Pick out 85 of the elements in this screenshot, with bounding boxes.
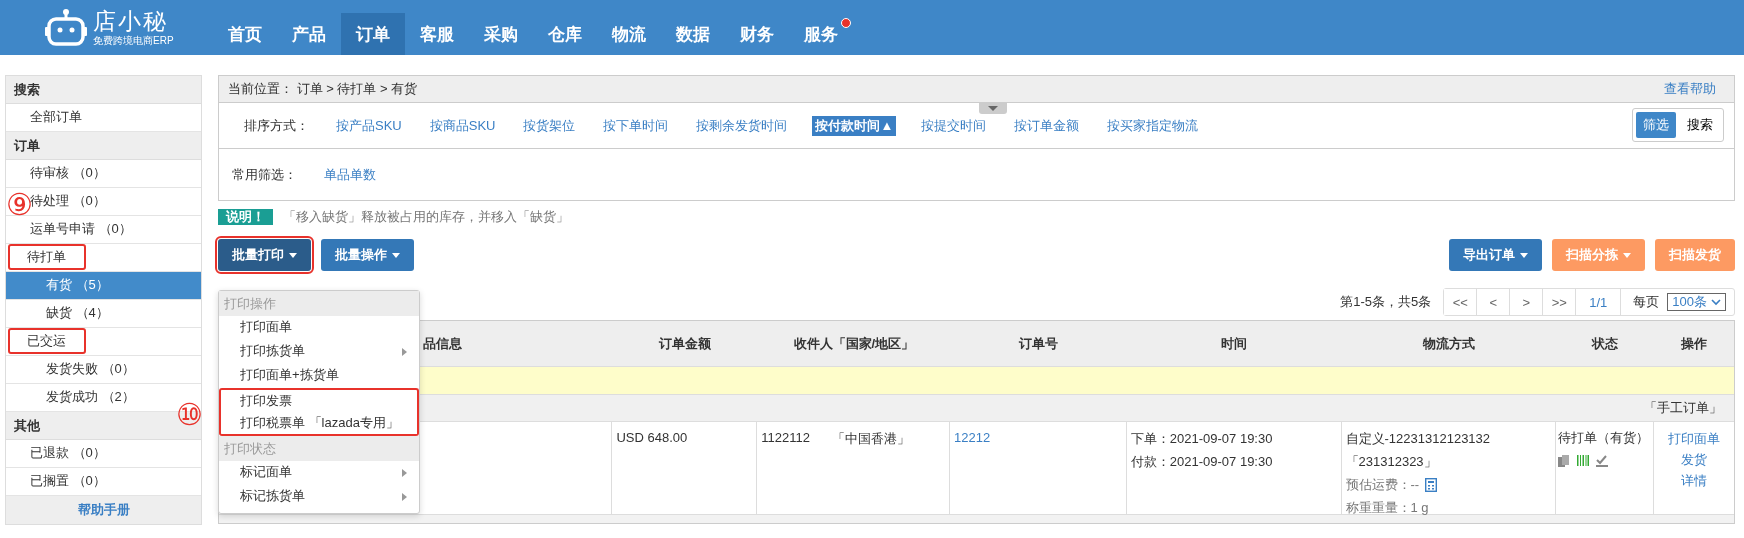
column-header: 状态 <box>1592 334 1619 353</box>
calculator-icon[interactable] <box>1425 478 1438 492</box>
breadcrumb: 当前位置： 订单 > 待打单 > 有货 <box>228 80 418 98</box>
table-cell: 称重重量：1 g <box>1345 499 1429 517</box>
robot-logo-icon <box>45 8 87 47</box>
horizontal-scrollbar[interactable] <box>219 514 1734 523</box>
collapse-handle[interactable] <box>979 103 1007 114</box>
help-manual-link[interactable]: 帮助手册 <box>77 501 130 519</box>
page-button[interactable]: << <box>1444 289 1478 315</box>
menu-item[interactable]: 打印发票 <box>219 388 419 412</box>
nav-tab[interactable]: 首页 <box>213 13 277 55</box>
menu-item[interactable]: 打印面单 <box>219 316 419 340</box>
sort-option[interactable]: 按提交时间 <box>918 115 990 136</box>
notice-tag: 说明！ <box>218 209 273 225</box>
documents-icon[interactable] <box>1558 455 1571 467</box>
table-cell: 预估运费：-- <box>1345 476 1420 494</box>
chevron-down-icon <box>1711 298 1721 306</box>
nav-tab[interactable]: 数据 <box>661 13 725 55</box>
sidebar-item[interactable]: 已退款 （0） <box>6 440 201 468</box>
table-cell: 自定义-12231312123132 <box>1345 430 1491 448</box>
sidebar-item[interactable]: 缺货 （4） <box>6 300 201 328</box>
table-cell: 付款：2021-09-07 19:30 <box>1130 453 1273 471</box>
column-header: 时间 <box>1221 334 1248 353</box>
pagination-summary: 第1-5条，共5条 <box>1340 293 1432 311</box>
table-cell: 「231312323」 <box>1345 453 1437 471</box>
per-page-label: 每页 <box>1632 293 1661 311</box>
toolbar-button[interactable]: 批量操作 <box>321 239 414 271</box>
filter-option[interactable]: 单品单数 <box>321 164 379 185</box>
filter-label: 常用筛选： <box>232 165 297 184</box>
column-header: 品信息 <box>423 334 462 353</box>
table-cell: USD 648.00 <box>616 430 688 445</box>
menu-item[interactable]: 标记拣货单 <box>219 485 419 509</box>
sort-option[interactable]: 按商品SKU <box>426 115 499 136</box>
nav-tab[interactable]: 采购 <box>469 13 533 55</box>
sidebar-item[interactable]: 运单号申请 （0） <box>6 216 201 244</box>
nav-tab[interactable]: 仓库 <box>533 13 597 55</box>
nav-tab[interactable]: 订单 <box>341 13 405 55</box>
column-header: 收件人「国家/地区」 <box>793 334 915 353</box>
nav-tab[interactable]: 产品 <box>277 13 341 55</box>
toolbar-button[interactable]: 导出订单 <box>1449 239 1542 271</box>
barcode-icon[interactable] <box>1577 455 1590 467</box>
per-page-select[interactable]: 100条 <box>1667 293 1726 311</box>
table-cell: 下单：2021-09-07 19:30 <box>1130 430 1273 448</box>
sidebar-item[interactable]: 待审核 （0） <box>6 160 201 188</box>
action-link[interactable]: 发货 <box>1681 451 1708 469</box>
sidebar-item[interactable]: 有货 （5） <box>6 272 201 300</box>
order-number-link[interactable]: 12212 <box>954 430 991 445</box>
checkmark-icon[interactable] <box>1596 455 1609 467</box>
toggle-option[interactable]: 筛选 <box>1636 112 1676 138</box>
nav-tab[interactable]: 服务 <box>789 13 853 55</box>
help-link[interactable]: 查看帮助 <box>1664 80 1716 98</box>
column-header: 订单金额 <box>659 334 712 353</box>
action-link[interactable]: 详情 <box>1681 472 1708 490</box>
sort-option[interactable]: 按买家指定物流 <box>1104 115 1202 136</box>
sort-label: 排序方式： <box>244 116 309 135</box>
toolbar-button[interactable]: 批量打印 <box>218 239 311 271</box>
sidebar-item[interactable]: 发货失败 （0） <box>6 356 201 384</box>
column-header: 物流方式 <box>1422 334 1475 353</box>
sort-option[interactable]: 按订单金额 <box>1011 115 1083 136</box>
menu-item[interactable]: 打印拣货单 <box>219 340 419 364</box>
table-cell: 「中国香港」 <box>831 430 910 448</box>
menu-item[interactable]: 打印面单+拣货单 <box>219 364 419 388</box>
nav-tab[interactable]: 物流 <box>597 13 661 55</box>
table-cell: 待打单（有货） <box>1558 430 1650 447</box>
column-header: 订单号 <box>1019 334 1059 353</box>
sidebar-item[interactable]: 已交运 <box>6 328 201 356</box>
sort-option[interactable]: 按货架位 <box>520 115 579 136</box>
table-cell: 1122112 <box>761 430 810 445</box>
menu-group-title: 打印状态 <box>219 436 419 461</box>
nav-tab[interactable]: 财务 <box>725 13 789 55</box>
menu-group-title: 打印操作 <box>219 291 419 316</box>
logo-name: 店小秘 <box>93 9 169 33</box>
sort-option[interactable]: 按下单时间 <box>600 115 672 136</box>
sort-option[interactable]: 按剩余发货时间 <box>693 115 791 136</box>
sort-option[interactable]: 按产品SKU <box>333 115 405 136</box>
sidebar-section-title: 订单 <box>6 132 201 160</box>
menu-item[interactable]: 标记面单 <box>219 461 419 485</box>
order-type-label: 「手工订单」 <box>1644 399 1722 417</box>
logo-tagline: 免费跨境电商ERP <box>93 35 174 46</box>
notice-text: 「移入缺货」释放被占用的库存，并移入「缺货」 <box>283 208 569 226</box>
sort-option[interactable]: 按付款时间▲ <box>812 115 897 136</box>
action-link[interactable]: 打印面单 <box>1668 430 1721 448</box>
nav-tab[interactable]: 客服 <box>405 13 469 55</box>
sidebar-section-title: 搜索 <box>6 76 201 104</box>
column-header: 操作 <box>1681 334 1708 353</box>
